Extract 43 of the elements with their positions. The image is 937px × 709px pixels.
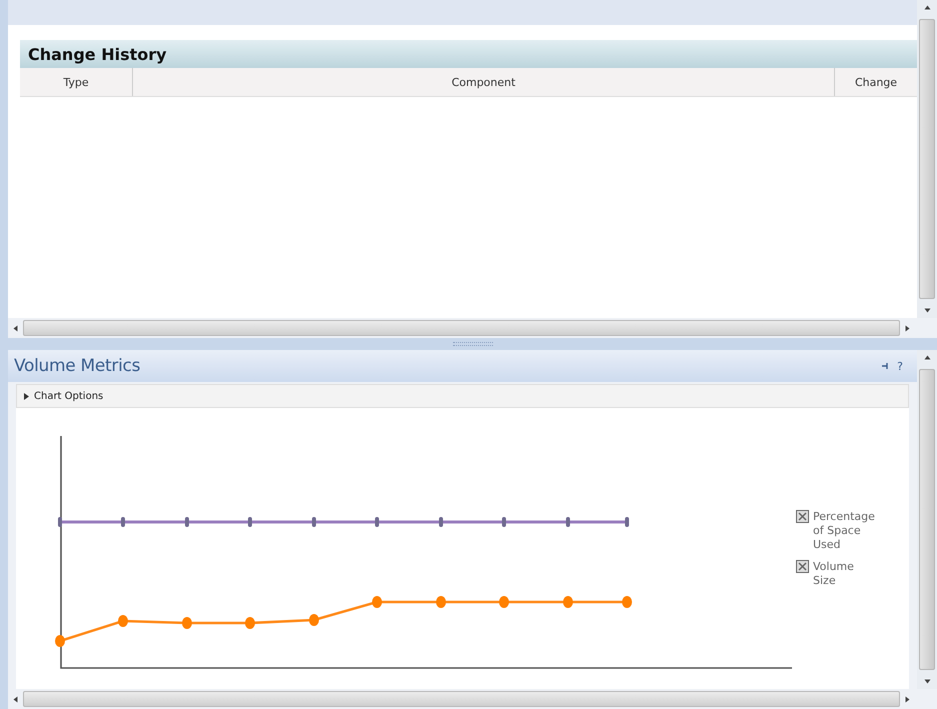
- data-point: [58, 517, 62, 527]
- scroll-arrow-icon[interactable]: [924, 678, 930, 685]
- data-point: [121, 517, 125, 527]
- data-point: [439, 517, 443, 527]
- splitter-handle[interactable]: [452, 342, 492, 346]
- data-point: [182, 617, 192, 629]
- section-title: Change History: [28, 44, 167, 64]
- legend-swatch-icon: [796, 560, 809, 573]
- panel-title: Volume Metrics: [14, 356, 142, 376]
- data-point: [622, 596, 632, 608]
- data-point: [312, 517, 316, 527]
- data-point: [55, 635, 65, 647]
- scroll-arrow-icon[interactable]: [904, 696, 911, 702]
- data-point: [309, 614, 319, 626]
- legend-label: Volume Size: [813, 560, 855, 588]
- data-point: [499, 596, 509, 608]
- data-point: [566, 517, 570, 527]
- data-point: [245, 617, 255, 629]
- data-point: [502, 517, 506, 527]
- caret-icon: [23, 392, 29, 400]
- scroll-arrow-icon[interactable]: [924, 354, 930, 361]
- vertical-scrollbar[interactable]: [917, 350, 937, 689]
- scroll-arrow-icon[interactable]: [12, 324, 19, 332]
- chart-options-toggle[interactable]: Chart Options: [16, 384, 909, 408]
- column-header[interactable]: Type: [20, 68, 133, 96]
- data-point: [185, 517, 189, 527]
- scroll-arrow-icon[interactable]: [12, 696, 19, 702]
- data-point: [375, 517, 379, 527]
- vertical-scrollbar[interactable]: [917, 0, 937, 318]
- data-point: [248, 517, 252, 527]
- column-header[interactable]: Component: [133, 68, 835, 96]
- scroll-arrow-icon[interactable]: [904, 324, 911, 332]
- scroll-arrow-icon[interactable]: [924, 4, 930, 11]
- help-button[interactable]: ?: [895, 360, 911, 372]
- data-point: [372, 596, 382, 608]
- scroll-arrow-icon[interactable]: [924, 307, 930, 314]
- data-point: [118, 615, 128, 627]
- column-header[interactable]: Change: [835, 68, 917, 96]
- data-point: [625, 517, 629, 527]
- legend-swatch-icon: [796, 510, 809, 523]
- legend-label: Percentage of Space Used: [813, 510, 876, 552]
- data-point: [563, 596, 573, 608]
- data-point: [436, 596, 446, 608]
